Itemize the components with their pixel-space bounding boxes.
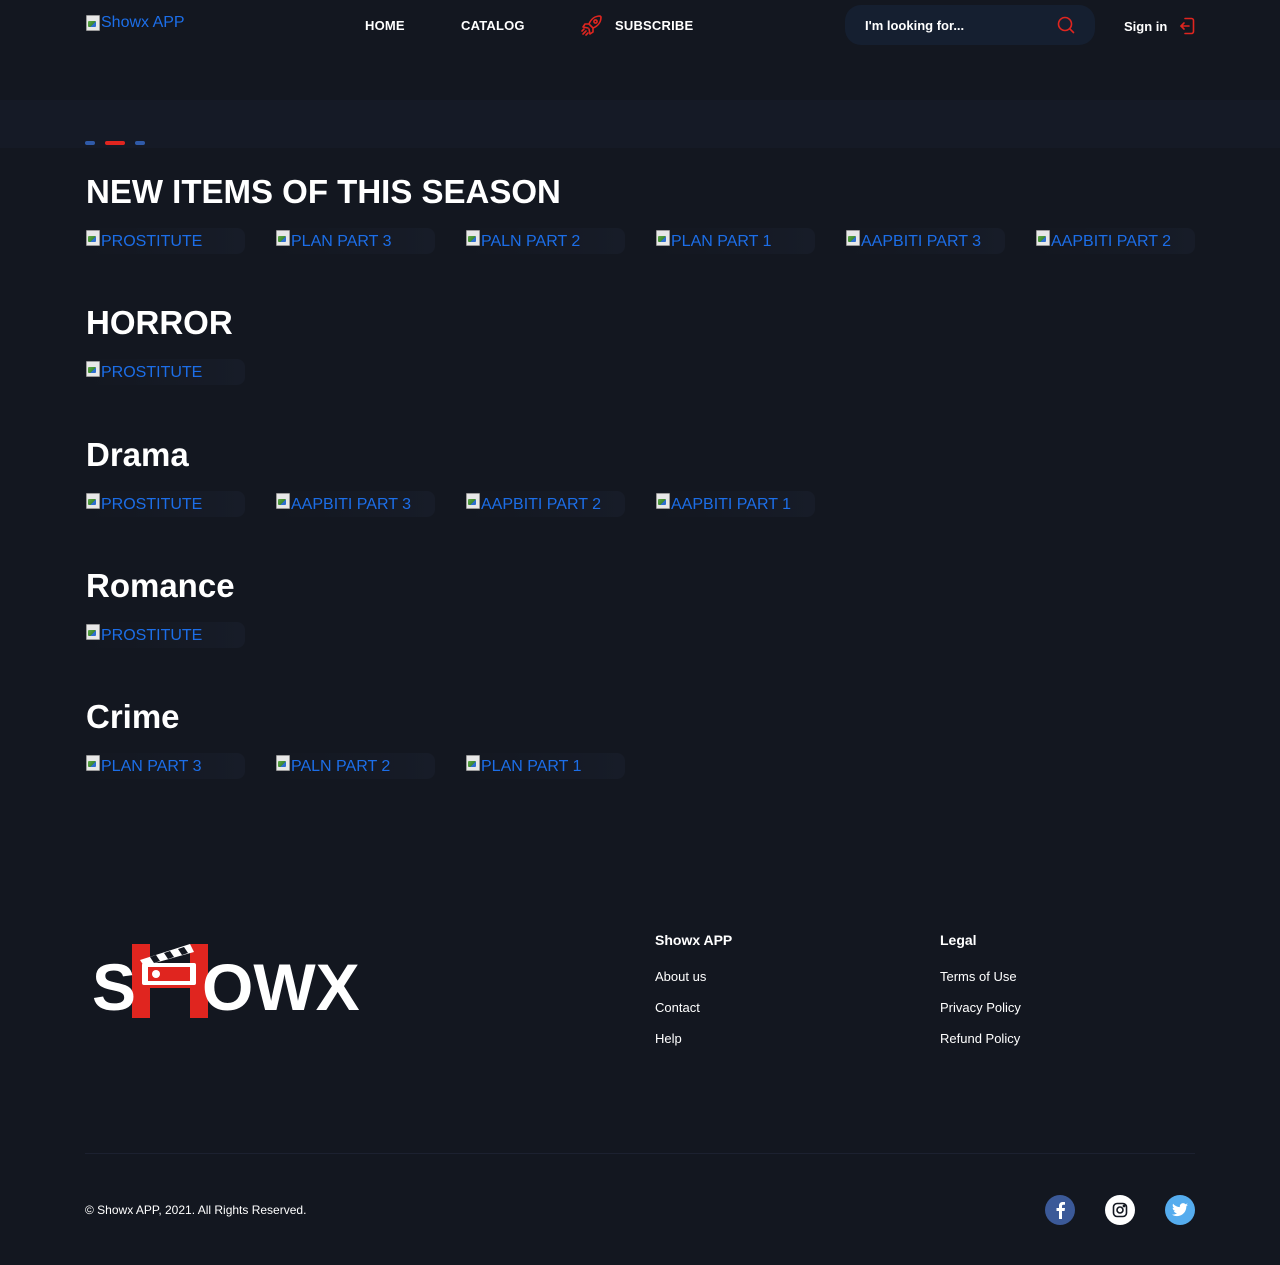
movie-card-title: PLAN PART 1 <box>481 758 582 775</box>
movie-card-title: AAPBITI PART 2 <box>481 496 602 513</box>
signin-label: Sign in <box>1124 18 1168 34</box>
copyright-text: © Showx APP, 2021. All Rights Reserved. <box>85 1203 307 1217</box>
broken-image-icon <box>655 230 671 246</box>
broken-image-icon <box>85 361 101 377</box>
movie-card[interactable]: PROSTITUTE <box>85 228 245 254</box>
broken-image-icon <box>275 493 291 509</box>
broken-image-icon <box>85 230 101 246</box>
broken-image-icon <box>655 493 671 509</box>
movie-card[interactable]: PLAN PART 3 <box>275 228 435 254</box>
movie-card[interactable]: AAPBITI PART 2 <box>465 491 625 517</box>
nav-home[interactable]: HOME <box>365 18 405 33</box>
signin-icon <box>1180 17 1195 35</box>
broken-image-icon <box>1035 230 1051 246</box>
search-button[interactable] <box>1057 16 1075 34</box>
broken-image-icon <box>275 230 291 246</box>
section-title-drama: Drama <box>86 436 189 473</box>
movie-card-title: AAPBITI PART 3 <box>861 233 982 250</box>
section-title-crime: Crime <box>86 698 180 735</box>
footer-col-title-app: Showx APP <box>655 932 733 948</box>
main-content <box>0 100 1280 848</box>
movie-card[interactable]: PLAN PART 1 <box>465 753 625 779</box>
facebook-link[interactable] <box>1045 1195 1075 1225</box>
section-title-new-items: NEW ITEMS OF THIS SEASON <box>86 173 561 210</box>
movie-card-title: AAPBITI PART 2 <box>1051 233 1172 250</box>
site-logo[interactable]: Showx APP <box>85 14 185 32</box>
carousel-dots <box>85 141 155 145</box>
new-items-row: PROSTITUTE PLAN PART 3 PALN PART 2 PLAN … <box>85 228 1205 254</box>
section-title-romance: Romance <box>86 567 235 604</box>
nav-catalog[interactable]: CATALOG <box>461 18 525 33</box>
footer-link-contact[interactable]: Contact <box>655 1000 700 1015</box>
footer-link-privacy[interactable]: Privacy Policy <box>940 1000 1021 1015</box>
broken-image-icon <box>845 230 861 246</box>
search-input[interactable] <box>865 5 1045 45</box>
instagram-icon <box>1112 1202 1128 1218</box>
movie-card[interactable]: AAPBITI PART 3 <box>275 491 435 517</box>
movie-card-title: PALN PART 2 <box>481 233 581 250</box>
drama-row: PROSTITUTE AAPBITI PART 3 AAPBITI PART 2… <box>85 491 1205 517</box>
twitter-icon <box>1172 1203 1188 1217</box>
footer-link-about[interactable]: About us <box>655 969 706 984</box>
movie-card[interactable]: AAPBITI PART 2 <box>1035 228 1195 254</box>
nav-subscribe-label: SUBSCRIBE <box>615 17 694 33</box>
movie-card[interactable]: PROSTITUTE <box>85 622 245 648</box>
movie-card[interactable]: PROSTITUTE <box>85 491 245 517</box>
rocket-icon <box>581 15 602 36</box>
movie-card[interactable]: PALN PART 2 <box>275 753 435 779</box>
showx-logo-icon: S OWX <box>92 944 360 1024</box>
carousel-dot-active[interactable] <box>105 141 125 145</box>
broken-image-icon <box>85 15 101 31</box>
carousel-dot[interactable] <box>85 141 95 145</box>
movie-card[interactable]: PLAN PART 3 <box>85 753 245 779</box>
site-logo-alt-text: Showx APP <box>101 14 185 31</box>
broken-image-icon <box>85 755 101 771</box>
broken-image-icon <box>85 624 101 640</box>
broken-image-icon <box>465 493 481 509</box>
movie-card[interactable]: PLAN PART 1 <box>655 228 815 254</box>
header: Showx APP HOME CATALOG SUBSCRIBE Sign in <box>0 0 1280 100</box>
section-title-horror: HORROR <box>86 304 233 341</box>
crime-row: PLAN PART 3 PALN PART 2 PLAN PART 1 <box>85 753 1205 779</box>
signin-button[interactable]: Sign in <box>1124 17 1195 35</box>
svg-text:OWX: OWX <box>202 950 360 1022</box>
facebook-icon <box>1056 1202 1065 1219</box>
broken-image-icon <box>465 230 481 246</box>
carousel-dot[interactable] <box>135 141 145 145</box>
instagram-link[interactable] <box>1105 1195 1135 1225</box>
movie-card-title: PROSTITUTE <box>101 233 203 250</box>
movie-card-title: PLAN PART 3 <box>291 233 392 250</box>
broken-image-icon <box>85 493 101 509</box>
movie-card-title: PROSTITUTE <box>101 496 203 513</box>
search-bar <box>845 5 1095 45</box>
movie-card-title: PLAN PART 3 <box>101 758 202 775</box>
broken-image-icon <box>275 755 291 771</box>
footer-link-terms[interactable]: Terms of Use <box>940 969 1017 984</box>
footer-col-title-legal: Legal <box>940 932 977 948</box>
footer-link-help[interactable]: Help <box>655 1031 682 1046</box>
footer-logo[interactable]: S OWX <box>90 930 390 1024</box>
movie-card-title: PROSTITUTE <box>101 627 203 644</box>
footer-divider <box>85 1153 1195 1154</box>
movie-card[interactable]: AAPBITI PART 3 <box>845 228 1005 254</box>
movie-card-title: PALN PART 2 <box>291 758 391 775</box>
broken-image-icon <box>465 755 481 771</box>
movie-card-title: PROSTITUTE <box>101 364 203 381</box>
search-icon <box>1057 16 1075 34</box>
svg-text:S: S <box>92 950 136 1022</box>
horror-row: PROSTITUTE <box>85 359 1205 385</box>
romance-row: PROSTITUTE <box>85 622 1205 648</box>
movie-card[interactable]: AAPBITI PART 1 <box>655 491 815 517</box>
movie-card-title: AAPBITI PART 3 <box>291 496 412 513</box>
main-top-band <box>0 100 1280 148</box>
movie-card-title: AAPBITI PART 1 <box>671 496 792 513</box>
movie-card-title: PLAN PART 1 <box>671 233 772 250</box>
movie-card[interactable]: PALN PART 2 <box>465 228 625 254</box>
footer-link-refund[interactable]: Refund Policy <box>940 1031 1020 1046</box>
nav-subscribe[interactable]: SUBSCRIBE <box>579 12 693 38</box>
twitter-link[interactable] <box>1165 1195 1195 1225</box>
movie-card[interactable]: PROSTITUTE <box>85 359 245 385</box>
